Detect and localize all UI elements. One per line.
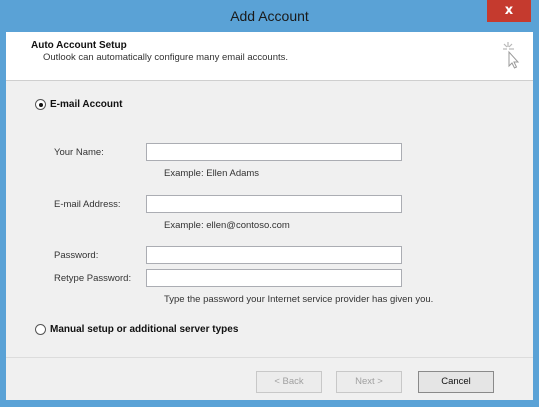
your-name-label: Your Name: <box>54 147 104 158</box>
title-bar[interactable]: Add Account x <box>0 0 539 32</box>
header-subtitle: Outlook can automatically configure many… <box>43 52 289 63</box>
manual-setup-label[interactable]: Manual setup or additional server types <box>50 324 238 335</box>
retype-password-input[interactable] <box>146 269 402 287</box>
close-button[interactable]: x <box>487 0 531 22</box>
add-account-dialog: Add Account x Auto Account Setup Outlook… <box>0 0 539 407</box>
footer-divider <box>6 357 533 358</box>
email-address-hint: Example: ellen@contoso.com <box>164 220 290 231</box>
your-name-hint: Example: Ellen Adams <box>164 168 260 179</box>
password-label: Password: <box>54 250 99 261</box>
dialog-body: Auto Account Setup Outlook can automatic… <box>6 32 533 400</box>
email-account-label[interactable]: E-mail Account <box>50 99 122 110</box>
next-button[interactable]: Next > <box>336 371 402 393</box>
your-name-input[interactable] <box>146 143 402 161</box>
email-account-radio[interactable] <box>35 99 46 110</box>
magic-wand-icon <box>503 42 520 69</box>
dialog-header: Auto Account Setup Outlook can automatic… <box>6 32 533 81</box>
password-input[interactable] <box>146 246 402 264</box>
cancel-button[interactable]: Cancel <box>418 371 494 393</box>
retype-password-label: Retype Password: <box>54 273 132 284</box>
window-title: Add Account <box>230 8 309 24</box>
header-title: Auto Account Setup <box>31 40 127 51</box>
email-address-label: E-mail Address: <box>54 199 121 210</box>
email-address-input[interactable] <box>146 195 402 213</box>
back-button[interactable]: < Back <box>256 371 322 393</box>
password-hint: Type the password your Internet service … <box>164 294 434 305</box>
manual-setup-radio[interactable] <box>35 324 46 335</box>
